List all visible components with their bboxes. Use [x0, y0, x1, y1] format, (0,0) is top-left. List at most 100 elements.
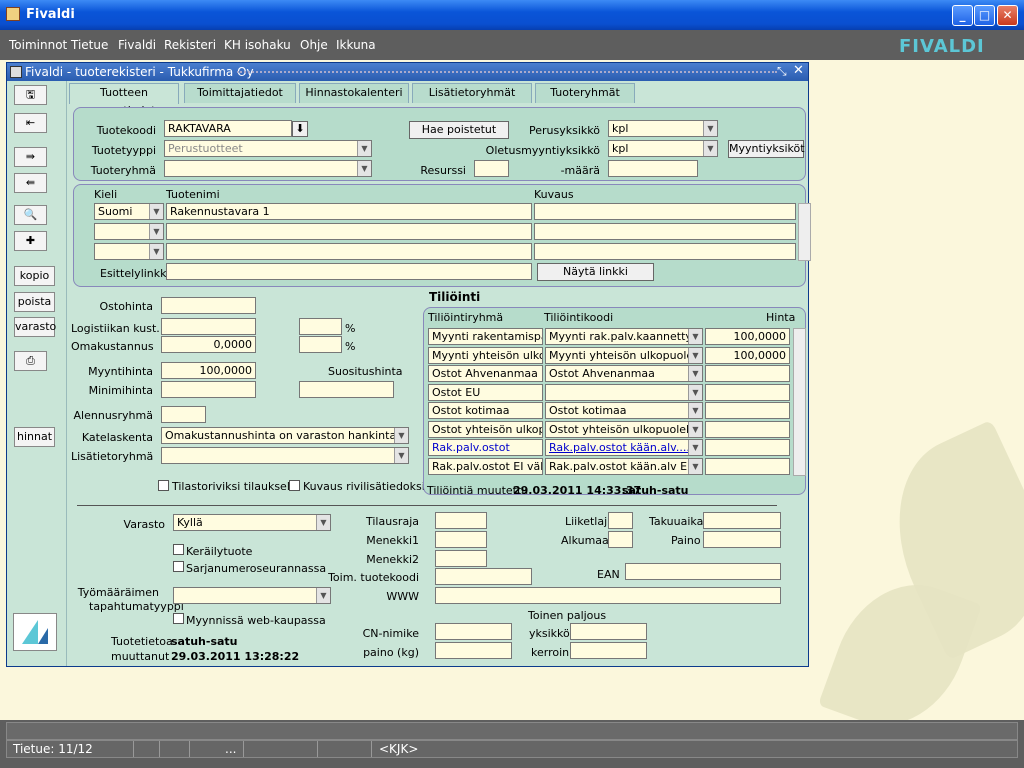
suositushinta-input[interactable] — [299, 381, 394, 398]
ean-input[interactable] — [625, 563, 781, 580]
menu-ohje[interactable]: Ohje — [300, 38, 328, 52]
hinta-input[interactable] — [705, 383, 790, 401]
hinta-input[interactable] — [705, 439, 790, 456]
tab-perustiedot[interactable]: Tuotteen perustiedot — [69, 83, 179, 117]
tab-tuoteryhmat[interactable]: Tuoteryhmät — [535, 83, 635, 103]
tiliointiryhma-cell[interactable]: Ostot kotimaa — [428, 402, 543, 419]
menu-ikkuna[interactable]: Ikkuna — [336, 38, 376, 52]
tiliointikoodi-select[interactable]: Ostot kotimaa ▼ — [545, 402, 703, 419]
kieli-select[interactable]: ▼ — [94, 223, 164, 240]
tab-toimittajatiedot[interactable]: Toimittajatiedot — [184, 83, 296, 103]
tiliointiryhma-cell[interactable]: Myynti yhteisön ulkopuo — [428, 346, 543, 364]
paino-input[interactable] — [703, 531, 781, 548]
tiliointiryhma-cell[interactable]: Ostot yhteisön ulkopuole — [428, 420, 543, 438]
tilausraja-input[interactable] — [435, 512, 487, 529]
tiliointikoodi-select[interactable]: Ostot Ahvenanmaa ▼ — [545, 365, 703, 382]
hae-poistetut-button[interactable]: Hae poistetut — [409, 121, 509, 139]
hinta-input[interactable]: 100,0000 — [705, 328, 790, 345]
lisatietoryhma-select[interactable]: ▼ — [161, 447, 409, 464]
restore-icon[interactable]: ⤡ — [777, 64, 787, 79]
tiliointi-scrollbar[interactable] — [793, 328, 806, 476]
varasto-select[interactable]: Kyllä ▼ — [173, 514, 331, 531]
kerroin-input[interactable] — [570, 642, 647, 659]
maximize-icon[interactable]: □ — [974, 5, 995, 26]
tiliointikoodi-select[interactable]: ▼ — [545, 383, 703, 401]
kieli-select[interactable]: Suomi ▼ — [94, 203, 164, 220]
tiliointiryhma-cell[interactable]: Myynti rakentamispalvel — [428, 328, 543, 345]
myyntihinta-input[interactable]: 100,0000 — [161, 362, 256, 379]
katelaskenta-select[interactable]: Omakustannushinta on varaston hankintahi… — [161, 427, 409, 444]
kuvaus-input[interactable] — [534, 223, 796, 240]
tuotetyyppi-select[interactable]: Perustuotteet ▼ — [164, 140, 372, 157]
tiliointiryhma-cell[interactable]: Rak.palv.ostot EI vähenn — [428, 457, 543, 475]
tuotenimi-input[interactable] — [166, 243, 532, 260]
next-record-icon[interactable]: ⇛ — [14, 147, 47, 167]
keraily-checkbox[interactable] — [173, 544, 184, 555]
tab-lisatietoryhmat[interactable]: Lisätietoryhmät — [412, 83, 532, 103]
tuotenimi-input[interactable]: Rakennustavara 1 — [166, 203, 532, 220]
hinta-input[interactable] — [705, 365, 790, 382]
maara-input[interactable] — [608, 160, 698, 177]
hinnat-button[interactable]: hinnat — [14, 427, 55, 447]
tiliointiryhma-cell[interactable]: Rak.palv.ostot — [428, 439, 543, 456]
tab-hinnastokalenteri[interactable]: Hinnastokalenteri — [299, 83, 409, 103]
names-scrollbar[interactable] — [798, 203, 811, 261]
search-icon[interactable]: 🔍 — [14, 205, 47, 225]
omakustannus-pct-input[interactable] — [299, 336, 342, 353]
menu-kh-isohaku[interactable]: KH isohaku — [224, 38, 291, 52]
hinta-input[interactable]: 100,0000 — [705, 346, 790, 364]
kuvaus-rivi-checkbox[interactable] — [289, 480, 300, 491]
tuotenimi-input[interactable] — [166, 223, 532, 240]
menu-toiminnot[interactable]: Toiminnot — [9, 38, 67, 52]
web-checkbox[interactable] — [173, 613, 184, 624]
perusyksikko-select[interactable]: kpl ▼ — [608, 120, 718, 137]
sarjanumero-checkbox[interactable] — [173, 561, 184, 572]
close-icon[interactable]: ✕ — [997, 5, 1018, 26]
logistiikka-pct-input[interactable] — [299, 318, 342, 335]
tiliointikoodi-select[interactable]: Rak.palv.ostot kään.alv......... ▼ — [545, 439, 703, 456]
varasto-button[interactable]: varasto — [14, 317, 56, 337]
alennusryhma-input[interactable] — [161, 406, 206, 423]
tiliointikoodi-select[interactable]: Ostot yhteisön ulkopuolelta ▼ — [545, 420, 703, 438]
esittelylinkki-input[interactable] — [166, 263, 532, 280]
oletusmyyntiyksikko-select[interactable]: kpl ▼ — [608, 140, 718, 157]
tilasto-checkbox[interactable] — [158, 480, 169, 491]
myyntiyksikot-button[interactable]: Myyntiyksiköt — [728, 140, 805, 158]
takuuaika-input[interactable] — [703, 512, 781, 529]
list-down-icon[interactable]: ⬇ — [292, 121, 308, 137]
nayta-linkki-button[interactable]: Näytä linkki — [537, 263, 654, 281]
poista-button[interactable]: poista — [14, 292, 55, 312]
save-icon[interactable]: 🖫 — [14, 85, 47, 105]
previous-record-icon[interactable]: ⇚ — [14, 173, 47, 193]
hinta-input[interactable] — [705, 420, 790, 438]
toim-tuotekoodi-input[interactable] — [435, 568, 532, 585]
resurssi-input[interactable] — [474, 160, 509, 177]
hinta-input[interactable] — [705, 457, 790, 475]
paino-kg-input[interactable] — [435, 642, 512, 659]
ostohinta-input[interactable] — [161, 297, 256, 314]
tyomaara-select[interactable]: ▼ — [173, 587, 331, 604]
kuvaus-input[interactable] — [534, 203, 796, 220]
exit-icon[interactable]: ⇤ — [14, 113, 47, 133]
logistiikka-input[interactable] — [161, 318, 256, 335]
menu-rekisteri[interactable]: Rekisteri — [164, 38, 216, 52]
cn-nimike-input[interactable] — [435, 623, 512, 640]
tuoteryhma-select[interactable]: ▼ — [164, 160, 372, 177]
menekki1-input[interactable] — [435, 531, 487, 548]
menu-tietue[interactable]: Tietue — [71, 38, 108, 52]
minimihinta-input[interactable] — [161, 381, 256, 398]
tiliointiryhma-cell[interactable]: Ostot EU — [428, 383, 543, 401]
tiliointikoodi-select[interactable]: Rak.palv.ostot kään.alv EI ... ▼ — [545, 457, 703, 475]
yksikko-input[interactable] — [570, 623, 647, 640]
tiliointiryhma-cell[interactable]: Ostot Ahvenanmaa — [428, 365, 543, 382]
kuvaus-input[interactable] — [534, 243, 796, 260]
minimize-icon[interactable]: _ — [952, 5, 973, 26]
print-icon[interactable]: ⎙ — [14, 351, 47, 371]
tiliointikoodi-select[interactable]: Myynti yhteisön ulkopuolelle ▼ — [545, 346, 703, 364]
liiketlaji-input[interactable] — [608, 512, 633, 529]
tuotekoodi-input[interactable]: RAKTAVARA — [164, 120, 292, 137]
hinta-input[interactable] — [705, 402, 790, 419]
alkumaa-input[interactable] — [608, 531, 633, 548]
close-icon[interactable]: ✕ — [793, 63, 804, 78]
kopio-button[interactable]: kopio — [14, 266, 55, 286]
